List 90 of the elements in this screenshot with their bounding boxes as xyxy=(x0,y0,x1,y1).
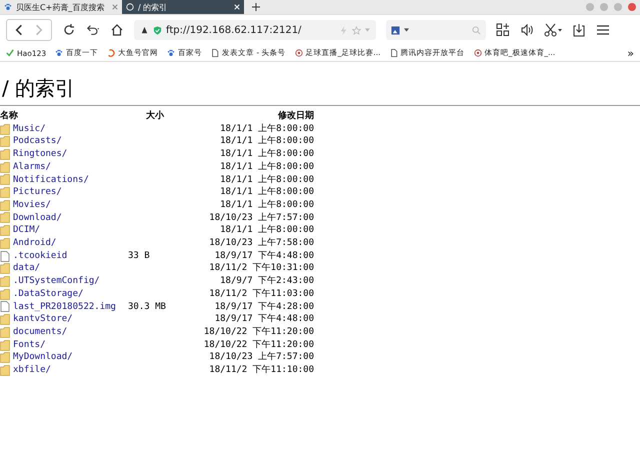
modified-date: 18/9/17 下午4:48:00 xyxy=(214,250,314,261)
modified-date: 18/9/7 下午2:43:00 xyxy=(220,276,314,286)
file-size: 30.3 MB xyxy=(128,302,166,312)
page-heading: / 的索引 xyxy=(1,75,76,102)
folder-icon xyxy=(0,364,10,376)
file-link[interactable]: data/ xyxy=(13,262,40,276)
modified-date: 18/10/23 上午7:58:00 xyxy=(209,238,314,248)
column-header: 大小 xyxy=(144,110,165,123)
file-size: 33 B xyxy=(128,250,150,261)
address-bar[interactable]: ftp://192.168.62.117:2121/ xyxy=(134,20,376,40)
undo-icon[interactable] xyxy=(86,23,100,37)
file-link[interactable]: .DataStorage/ xyxy=(13,288,84,301)
file-link[interactable]: Movies/ xyxy=(13,198,51,212)
home-icon[interactable] xyxy=(110,23,124,37)
lightning-icon xyxy=(339,26,348,34)
shield-icon xyxy=(153,26,162,34)
folder-icon xyxy=(0,238,10,249)
more-bookmarks-chevron[interactable]: » xyxy=(627,46,634,60)
modified-date: 18/10/23 上午7:57:00 xyxy=(209,352,314,362)
modified-date: 18/10/23 上午7:57:00 xyxy=(209,212,314,223)
file-link[interactable]: Notifications/ xyxy=(13,174,89,186)
modified-date: 18/10/22 下午11:20:00 xyxy=(204,326,314,337)
folder-icon xyxy=(0,263,10,274)
file-link[interactable]: kantvStore/ xyxy=(13,313,73,326)
modified-date: 18/1/1 上午8:00:00 xyxy=(220,124,314,134)
folder-icon xyxy=(0,352,10,364)
file-link[interactable]: Fonts/ xyxy=(13,338,46,352)
check-logo-icon xyxy=(6,49,14,57)
modified-date: 18/1/1 上午8:00:00 xyxy=(220,187,314,198)
folder-icon xyxy=(0,200,10,211)
file-link[interactable]: Alarms/ xyxy=(13,160,51,174)
folder-icon xyxy=(0,288,10,300)
page-icon xyxy=(211,49,220,57)
browser-tab[interactable]: / 的索引 xyxy=(122,0,244,14)
folder-icon xyxy=(0,187,10,198)
file-link[interactable]: Podcasts/ xyxy=(13,135,62,148)
modified-date: 18/1/1 上午8:00:00 xyxy=(220,149,314,160)
modified-date: 18/9/17 下午4:28:00 xyxy=(214,302,314,312)
file-link[interactable]: Android/ xyxy=(13,237,56,250)
file-link[interactable]: DCIM/ xyxy=(13,224,40,238)
search-field[interactable] xyxy=(386,20,486,40)
folder-icon xyxy=(0,314,10,326)
file-link[interactable]: last_PR20180522.img xyxy=(13,300,116,314)
file-link[interactable]: xbfile/ xyxy=(13,364,51,377)
speaker-icon[interactable] xyxy=(520,23,534,37)
file-link[interactable]: Music/ xyxy=(13,122,46,136)
folder-icon xyxy=(0,162,10,173)
modified-date: 18/1/1 上午8:00:00 xyxy=(220,225,314,236)
caret-icon[interactable] xyxy=(404,28,409,32)
modified-date: 18/11/2 下午11:03:00 xyxy=(209,288,314,299)
folder-icon xyxy=(0,136,10,148)
folder-icon xyxy=(0,124,10,135)
grid-plus-icon[interactable] xyxy=(496,23,510,37)
scissors-icon[interactable] xyxy=(544,23,562,37)
folder-icon xyxy=(0,174,10,186)
folder-icon xyxy=(0,212,10,224)
column-header: 名称 xyxy=(0,110,19,123)
folder-icon xyxy=(0,148,10,160)
modified-date: 18/11/2 下午11:10:00 xyxy=(209,365,314,376)
swirl-icon xyxy=(107,49,116,57)
menu-icon[interactable] xyxy=(596,23,610,37)
modified-date: 18/1/1 上午8:00:00 xyxy=(220,162,314,172)
paw-icon xyxy=(55,49,64,57)
modified-date: 18/10/22 下午11:20:00 xyxy=(204,340,314,350)
file-link[interactable]: documents/ xyxy=(13,326,68,339)
browser-tab[interactable]: 贝医生C+药膏_百度搜索 xyxy=(0,0,122,14)
paw-icon xyxy=(4,3,12,11)
file-link[interactable]: Download/ xyxy=(13,212,62,224)
picture-icon xyxy=(391,26,400,34)
file-link[interactable]: .tcookieid xyxy=(13,250,68,262)
download-icon[interactable] xyxy=(572,23,586,37)
page-icon xyxy=(390,49,398,57)
folder-icon xyxy=(0,276,10,287)
modified-date: 18/1/1 上午8:00:00 xyxy=(220,200,314,210)
star-icon[interactable] xyxy=(352,26,361,34)
modified-date: 18/11/2 下午10:31:00 xyxy=(209,263,314,274)
file-link[interactable]: MyDownload/ xyxy=(13,351,73,364)
new-tab-icon[interactable] xyxy=(252,3,260,11)
paw-icon xyxy=(167,49,176,57)
modified-date: 18/9/17 下午4:48:00 xyxy=(214,314,314,324)
reload-icon[interactable] xyxy=(62,23,76,37)
folder-icon xyxy=(0,326,10,338)
column-header: 修改日期 xyxy=(276,110,314,123)
file-link[interactable]: Ringtones/ xyxy=(13,148,68,161)
folder-icon xyxy=(0,225,10,236)
file-link[interactable]: Pictures/ xyxy=(13,186,62,199)
folder-icon xyxy=(0,340,10,350)
modified-date: 18/1/1 上午8:00:00 xyxy=(220,174,314,185)
modified-date: 18/1/1 上午8:00:00 xyxy=(220,136,314,146)
file-link[interactable]: .UTSystemConfig/ xyxy=(13,275,100,288)
